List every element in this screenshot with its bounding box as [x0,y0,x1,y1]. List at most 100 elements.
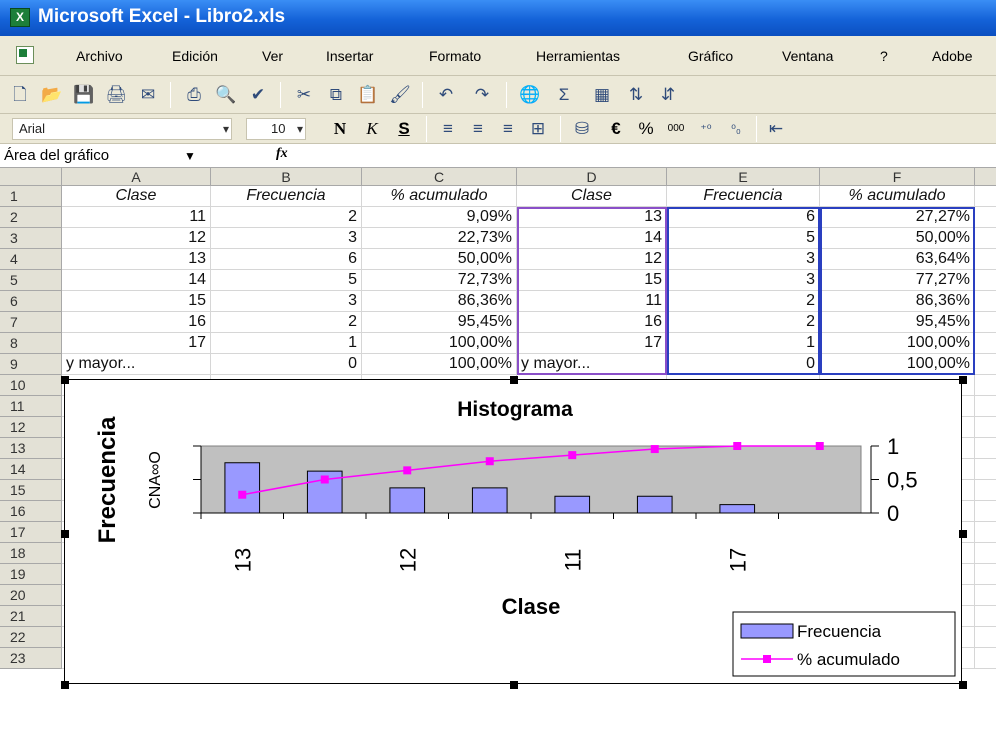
cell[interactable] [975,543,996,564]
cell[interactable]: 2 [211,207,362,228]
cell[interactable]: 16 [62,312,211,333]
hyperlink-icon[interactable]: 🌐 [518,83,542,107]
row-header-5[interactable]: 5 [0,270,62,291]
cell[interactable]: Clase [62,186,211,207]
row-header-8[interactable]: 8 [0,333,62,354]
cell[interactable] [975,501,996,522]
cell[interactable] [975,417,996,438]
align-right-icon[interactable]: ≡ [496,117,520,141]
cell[interactable]: 95,45% [362,312,517,333]
row-header-16[interactable]: 16 [0,501,62,522]
cell[interactable] [975,354,996,375]
row-header-1[interactable]: 1 [0,186,62,207]
email-icon[interactable]: ✉ [136,83,160,107]
cell[interactable]: 0 [211,354,362,375]
column-header-b[interactable]: B [211,168,362,186]
row-header-14[interactable]: 14 [0,459,62,480]
currency-button[interactable]: € [604,117,628,141]
cell[interactable] [975,228,996,249]
italic-button[interactable]: K [360,117,384,141]
merge-center-icon[interactable]: ⊞ [526,117,550,141]
row-header-20[interactable]: 20 [0,585,62,606]
cell[interactable] [975,270,996,291]
fx-icon[interactable]: fx [276,146,288,162]
undo-icon[interactable]: ↶ [434,83,458,107]
cell[interactable] [975,459,996,480]
row-header-11[interactable]: 11 [0,396,62,417]
cell[interactable] [975,207,996,228]
row-header-2[interactable]: 2 [0,207,62,228]
cell[interactable] [975,564,996,585]
cell[interactable]: 3 [211,228,362,249]
copy-icon[interactable]: ⧉ [324,83,348,107]
spelling-icon[interactable]: ✔ [246,83,270,107]
cell[interactable]: 100,00% [362,354,517,375]
format-painter-icon[interactable]: 🖌 [388,83,412,107]
column-header-e[interactable]: E [667,168,820,186]
column-header-d[interactable]: D [517,168,667,186]
row-header-12[interactable]: 12 [0,417,62,438]
align-left-icon[interactable]: ≡ [436,117,460,141]
column-header-a[interactable]: A [62,168,211,186]
row-header-13[interactable]: 13 [0,438,62,459]
insert-function-icon[interactable]: ▦ [590,83,614,107]
cell[interactable] [975,312,996,333]
sort-descending-icon[interactable]: ⇵ [656,83,680,107]
cell[interactable]: % acumulado [362,186,517,207]
cell[interactable]: 72,73% [362,270,517,291]
cell[interactable]: 50,00% [362,249,517,270]
cell[interactable] [975,333,996,354]
cell[interactable]: 13 [62,249,211,270]
menu-adobe[interactable]: Adobe [932,48,972,64]
row-header-23[interactable]: 23 [0,648,62,669]
cell[interactable] [975,375,996,396]
row-header-17[interactable]: 17 [0,522,62,543]
row-header-18[interactable]: 18 [0,543,62,564]
cell[interactable] [975,396,996,417]
column-header-c[interactable]: C [362,168,517,186]
cell[interactable] [975,249,996,270]
align-center-icon[interactable]: ≡ [466,117,490,141]
cell[interactable] [975,186,996,207]
cell[interactable]: 1 [211,333,362,354]
column-header-f[interactable]: F [820,168,975,186]
select-all-corner[interactable] [0,168,62,186]
row-header-3[interactable]: 3 [0,228,62,249]
paste-icon[interactable]: 📋 [356,83,380,107]
decrease-indent-icon[interactable]: ⇤ [764,117,788,141]
cell[interactable]: % acumulado [820,186,975,207]
row-header-10[interactable]: 10 [0,375,62,396]
row-header-6[interactable]: 6 [0,291,62,312]
row-header-15[interactable]: 15 [0,480,62,501]
bold-button[interactable]: N [328,117,352,141]
menu-grafico[interactable]: Gráfico [688,48,733,64]
name-box[interactable]: Área del gráfico ▼ [4,146,202,166]
cell[interactable]: Frecuencia [211,186,362,207]
chart-area[interactable]: Histograma Frecuencia CNA∞O Clase 0 0,5 1 13 12 1… [61,376,967,689]
cell[interactable]: Frecuencia [667,186,820,207]
menu-edicion[interactable]: Edición [172,48,218,64]
menu-formato[interactable]: Formato [429,48,481,64]
permission-icon[interactable]: 🖨 [104,83,128,107]
cell[interactable]: 14 [62,270,211,291]
cell[interactable] [975,522,996,543]
cell[interactable]: 2 [211,312,362,333]
menu-ventana[interactable]: Ventana [782,48,833,64]
cell[interactable]: 9,09% [362,207,517,228]
thousands-button[interactable]: 000 [664,117,688,141]
chevron-down-icon[interactable]: ▼ [184,146,196,166]
menu-ver[interactable]: Ver [262,48,283,64]
font-name-select[interactable]: Arial [12,118,232,140]
menu-insertar[interactable]: Insertar [326,48,373,64]
cell[interactable]: 22,73% [362,228,517,249]
increase-decimal-icon[interactable]: ⁺⁰ [694,117,718,141]
menu-archivo[interactable]: Archivo [76,48,123,64]
row-header-19[interactable]: 19 [0,564,62,585]
cell[interactable] [975,606,996,627]
cell[interactable]: 6 [211,249,362,270]
open-icon[interactable]: 📂 [40,83,64,107]
cell[interactable]: 3 [211,291,362,312]
row-header-22[interactable]: 22 [0,627,62,648]
print-preview-icon[interactable]: 🔍 [214,83,238,107]
cell[interactable]: y mayor... [62,354,211,375]
